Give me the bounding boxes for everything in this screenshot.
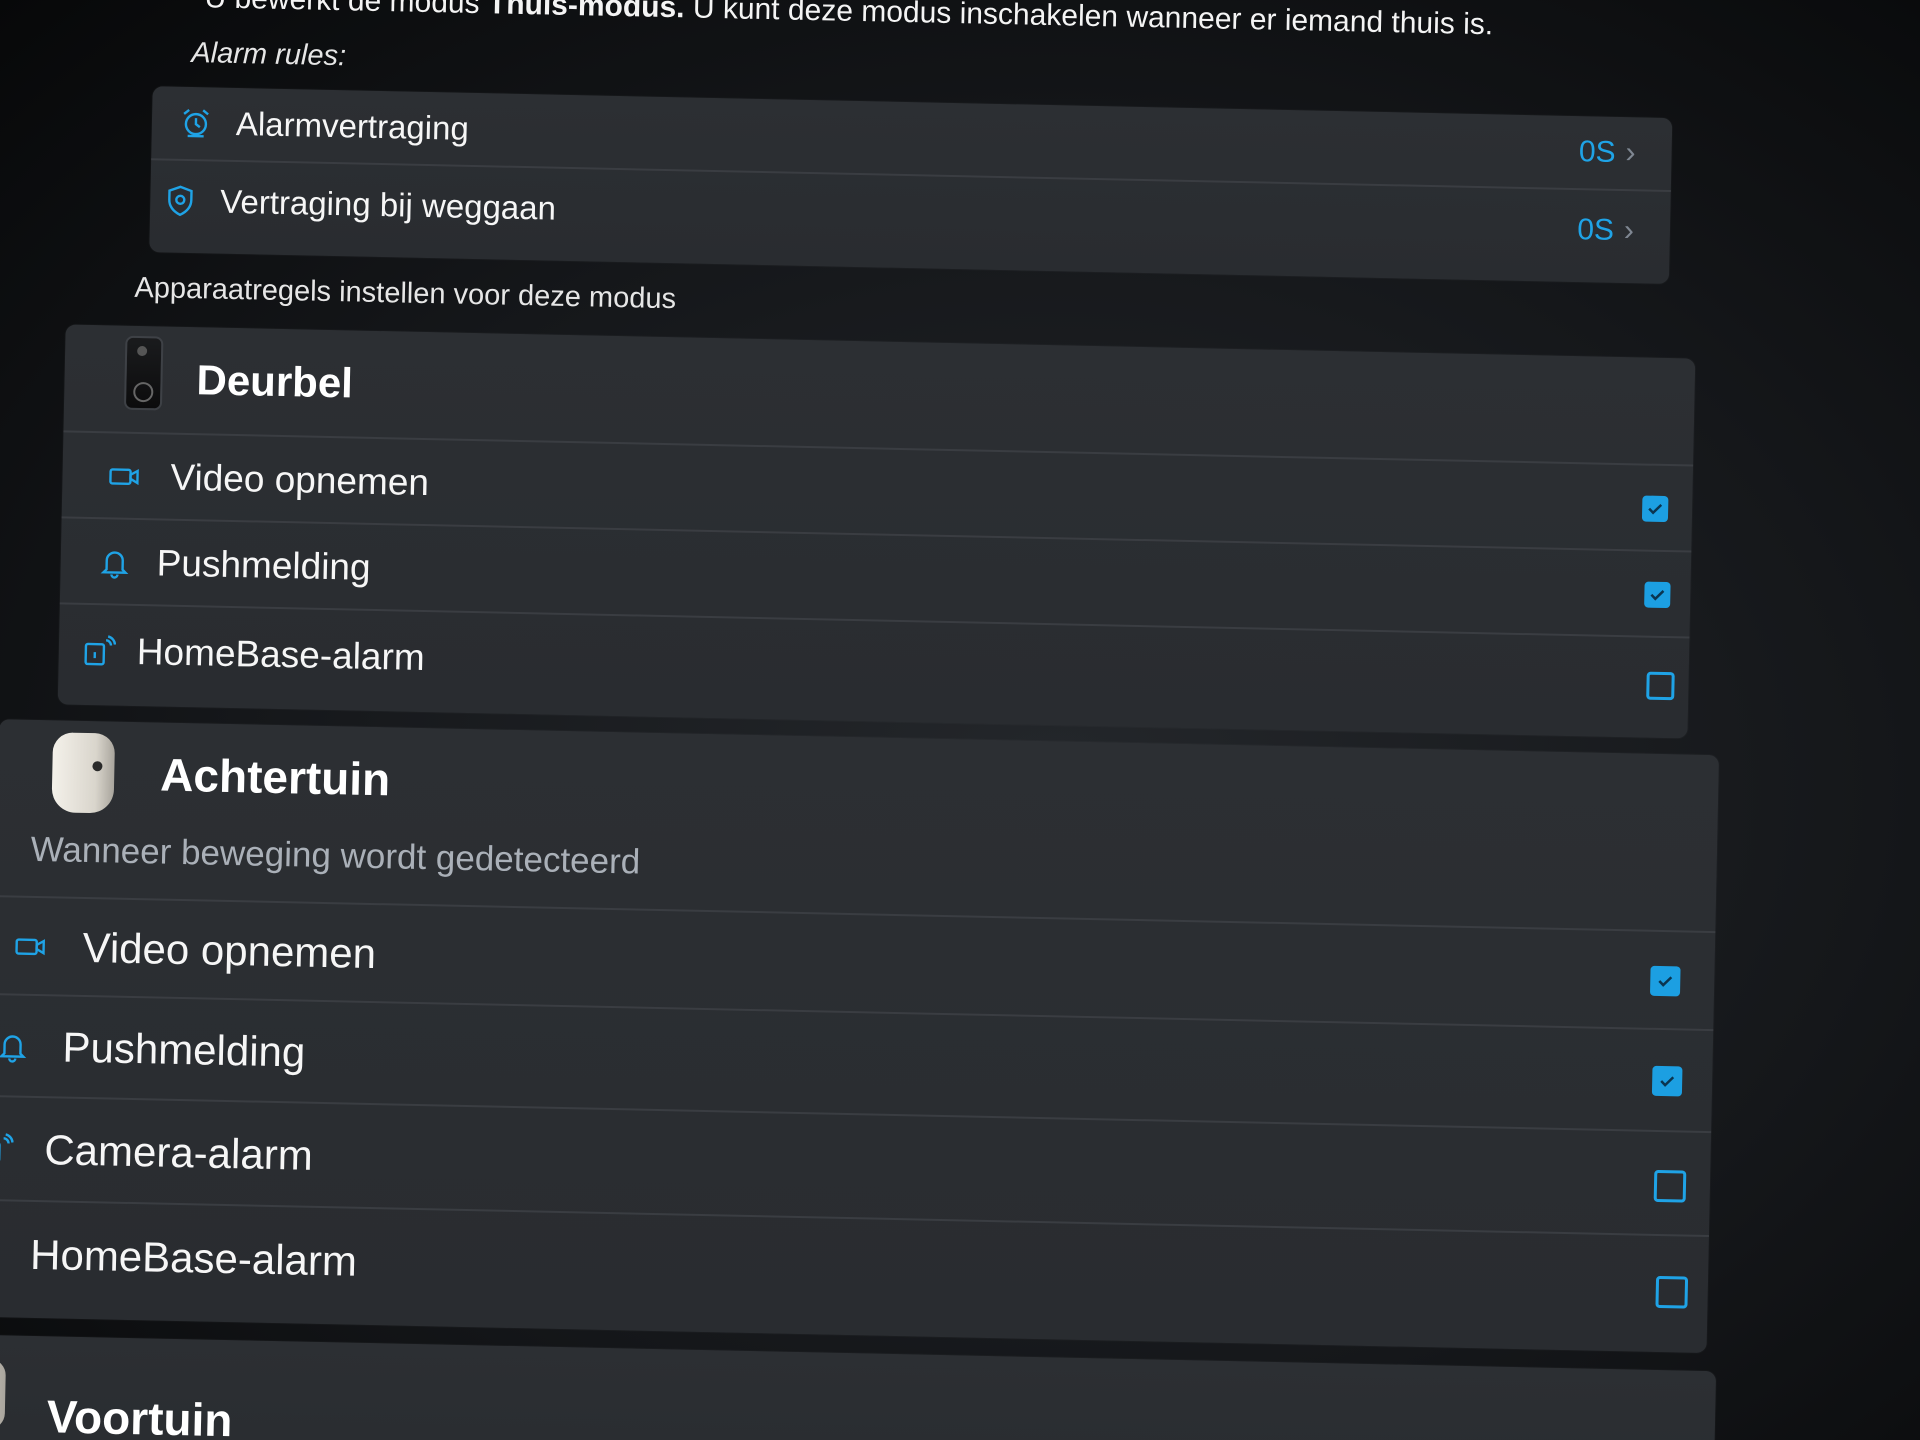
alarm-rules-heading: Alarm rules: [191,37,347,73]
device-name-achtertuin: Achtertuin [159,748,391,806]
alarm-delay-icon [176,103,217,144]
rule-checkbox-checked[interactable] [1649,965,1681,997]
mode-settings-screen: U bewerkt de modus Thuis-modus. U kunt d… [0,0,1920,1440]
photo-backdrop: U bewerkt de modus Thuis-modus. U kunt d… [0,0,1920,1440]
device-rules-heading: Apparaatregels instellen voor deze modus [134,271,677,316]
device-card-deurbel: Deurbel Video opnemen Pushmelding HomeBa… [57,324,1696,739]
alarm-delay-value[interactable]: 0S › [1579,135,1636,170]
exit-delay-value-text: 0S [1576,213,1615,247]
device-name-voortuin: Voortuin [46,1390,233,1440]
rule-checkbox-unchecked[interactable] [1655,1275,1689,1309]
alarm-delay-value-text: 0S [1578,135,1616,169]
rule-label: Video opnemen [82,923,377,978]
rule-checkbox-checked[interactable] [1651,1065,1683,1097]
device-header-voortuin: Voortuin [0,1335,1716,1440]
shield-icon [160,180,201,221]
alarm-rules-card: Alarmvertraging 0S › Vertraging bij wegga… [149,86,1673,285]
rule-checkbox-checked[interactable] [1644,581,1671,609]
chevron-right-icon: › [1623,214,1635,248]
doorbell-device-image [123,335,164,411]
rule-checkbox-checked[interactable] [1641,495,1669,523]
intro-suffix: U kunt deze modus inschakelen wanneer er… [684,0,1494,42]
camera-device-image [0,1358,6,1430]
rule-label: Camera-alarm [43,1126,314,1179]
camera-alarm-icon [0,1129,17,1170]
device-trigger-subtitle: Wanneer beweging wordt gedetecteerd [30,829,641,882]
alarm-delay-label: Alarmvertraging [235,104,470,147]
camera-device-image [51,732,116,814]
intro-mode-name: Thuis-modus. [487,0,685,25]
device-name-deurbel: Deurbel [196,356,354,407]
rule-label: HomeBase-alarm [29,1230,358,1285]
rule-label: Pushmelding [156,542,371,588]
video-camera-icon [104,456,145,497]
homebase-alarm-icon [78,631,119,672]
exit-delay-label: Vertraging bij weggaan [219,182,557,227]
video-camera-icon [10,926,51,967]
device-card-achtertuin: Achtertuin Wanneer beweging wordt gedete… [0,719,1720,1354]
mode-intro-text: U bewerkt de modus Thuis-modus. U kunt d… [204,0,1493,42]
intro-prefix: U bewerkt de modus [204,0,489,21]
device-card-voortuin: Voortuin [0,1334,1717,1440]
rule-label: Video opnemen [170,456,430,504]
rule-checkbox-unchecked[interactable] [1646,671,1675,701]
chevron-right-icon: › [1625,136,1636,170]
bell-icon [94,542,135,583]
rule-checkbox-unchecked[interactable] [1653,1169,1687,1203]
exit-delay-value[interactable]: 0S › [1577,213,1634,248]
rule-label: Pushmelding [62,1023,306,1076]
rule-label: HomeBase-alarm [136,631,426,679]
bell-icon [0,1026,33,1067]
homebase-alarm-icon [0,1233,3,1274]
